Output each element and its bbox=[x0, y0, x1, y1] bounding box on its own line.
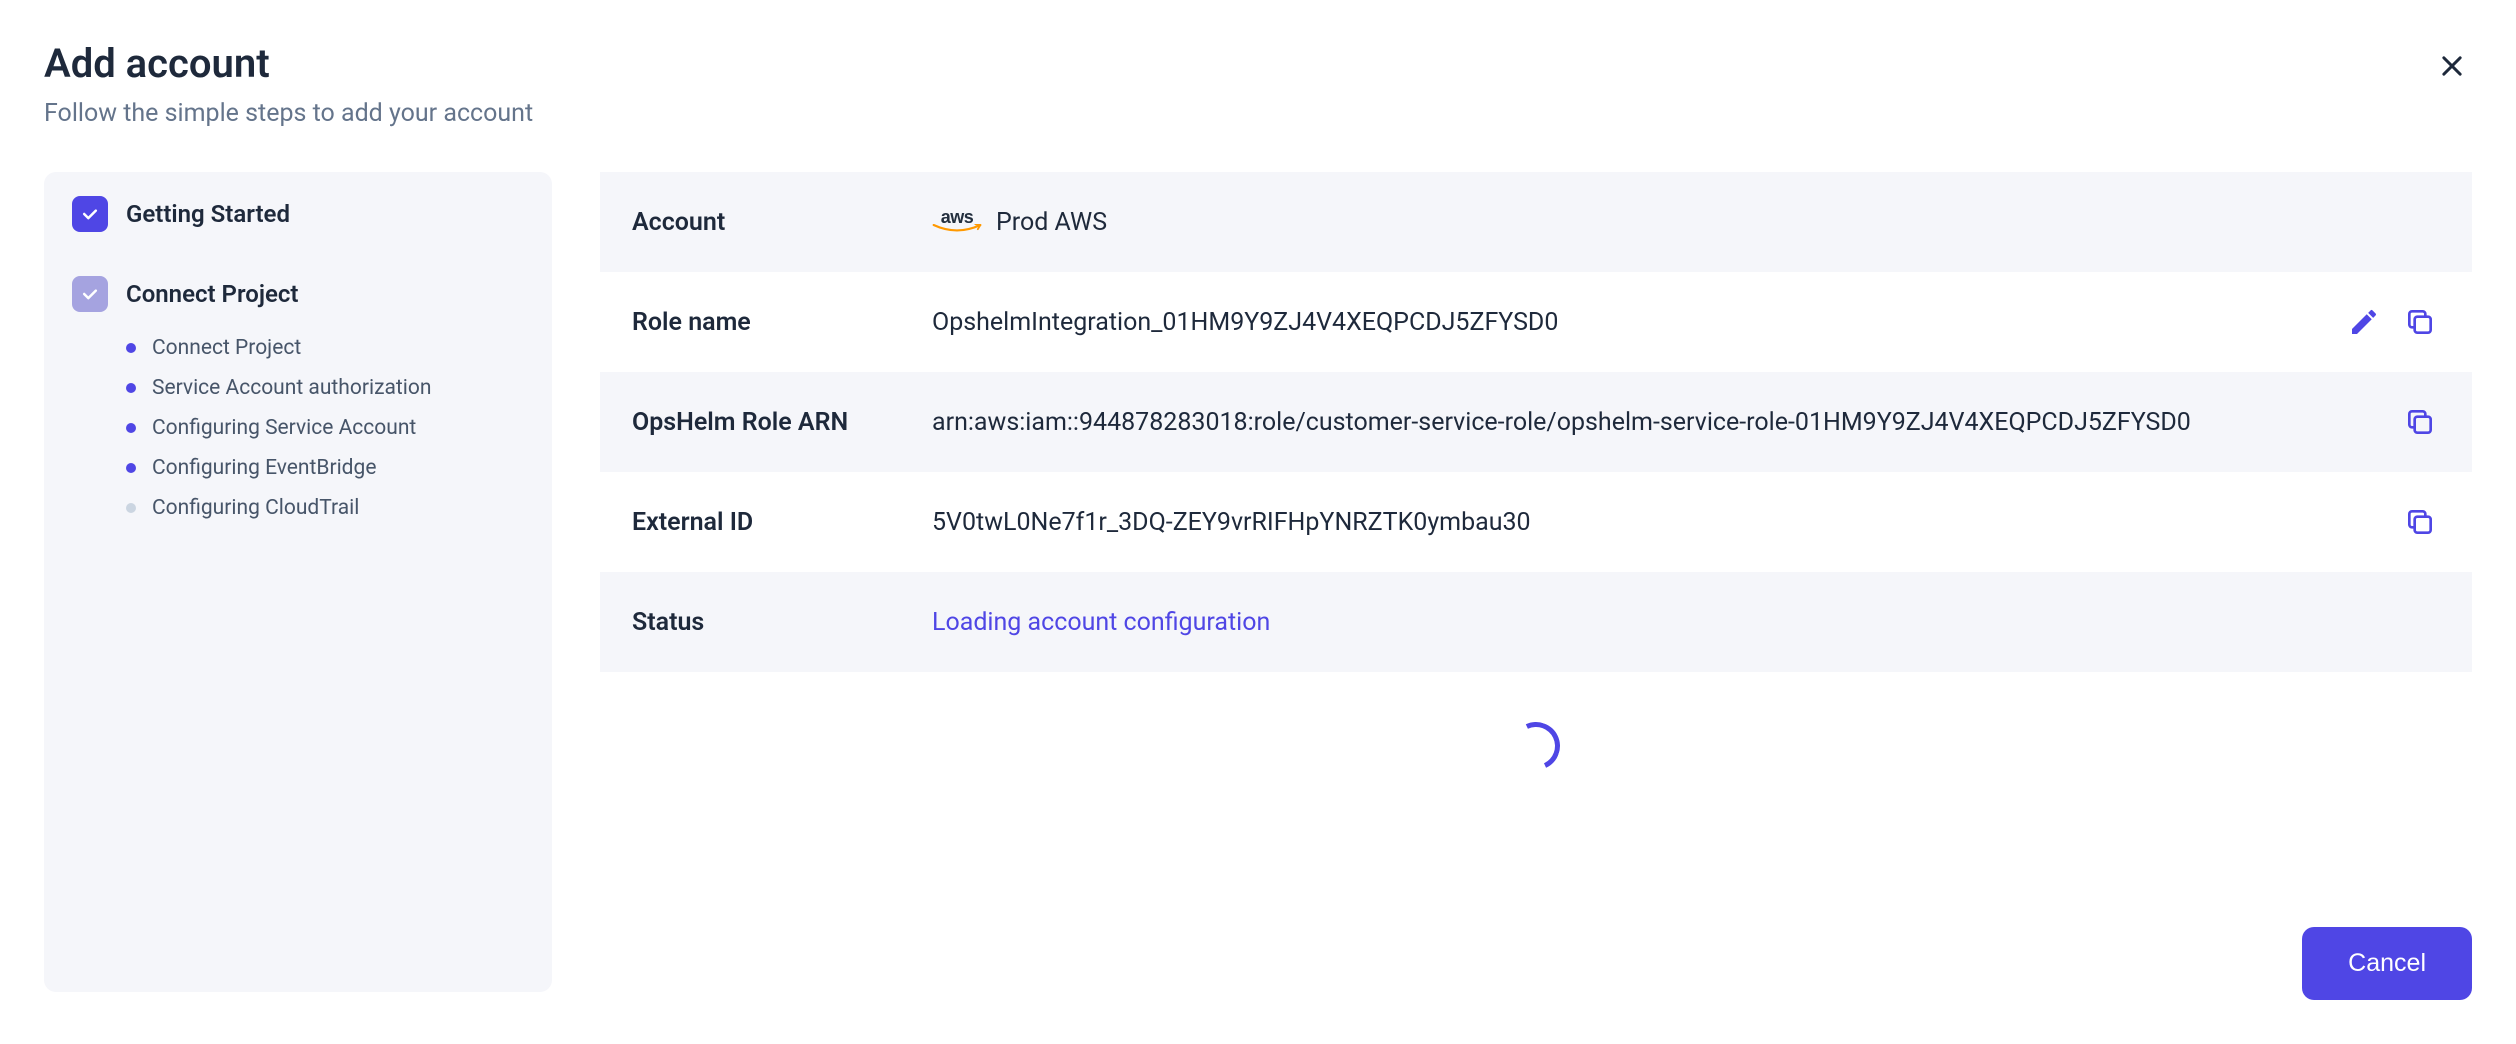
substep-config-eventbridge[interactable]: Configuring EventBridge bbox=[126, 448, 524, 488]
copy-role-name-button[interactable] bbox=[2400, 302, 2440, 342]
step-getting-started[interactable]: Getting Started bbox=[72, 196, 524, 232]
step-connect-project[interactable]: Connect Project bbox=[72, 276, 524, 312]
copy-role-arn-button[interactable] bbox=[2400, 402, 2440, 442]
row-status: Status Loading account configuration bbox=[600, 572, 2472, 672]
close-icon bbox=[2438, 52, 2466, 80]
close-button[interactable] bbox=[2432, 46, 2472, 89]
modal-footer: Cancel bbox=[2302, 927, 2472, 1000]
substep-config-cloudtrail[interactable]: Configuring CloudTrail bbox=[126, 488, 524, 528]
substep-label: Configuring EventBridge bbox=[152, 456, 376, 480]
loading-area bbox=[600, 672, 2472, 770]
row-account: Account aws Prod AWS bbox=[600, 172, 2472, 272]
value-account: aws Prod AWS bbox=[932, 205, 2440, 240]
modal-header: Add account Follow the simple steps to a… bbox=[44, 40, 2472, 128]
account-name-text: Prod AWS bbox=[996, 205, 1107, 240]
substep-label: Service Account authorization bbox=[152, 376, 431, 400]
copy-icon bbox=[2404, 406, 2436, 438]
steps-sidebar: Getting Started Connect Project Connect … bbox=[44, 172, 552, 992]
bullet-icon bbox=[126, 463, 136, 473]
value-role-name: OpshelmIntegration_01HM9Y9ZJ4V4XEQPCDJ5Z… bbox=[932, 305, 2344, 340]
cancel-button[interactable]: Cancel bbox=[2302, 927, 2472, 1000]
substep-label: Connect Project bbox=[152, 336, 301, 360]
label-external-id: External ID bbox=[632, 508, 932, 537]
step-label: Getting Started bbox=[126, 200, 290, 228]
account-details-table: Account aws Prod AWS Role name bbox=[600, 172, 2472, 672]
aws-icon: aws bbox=[932, 208, 982, 236]
label-status: Status bbox=[632, 608, 932, 637]
add-account-modal: Add account Follow the simple steps to a… bbox=[0, 0, 2516, 1044]
step-label: Connect Project bbox=[126, 280, 298, 308]
spinner-icon bbox=[1505, 715, 1567, 777]
pencil-icon bbox=[2348, 306, 2380, 338]
check-icon bbox=[72, 276, 108, 312]
bullet-icon bbox=[126, 423, 136, 433]
bullet-icon bbox=[126, 383, 136, 393]
copy-external-id-button[interactable] bbox=[2400, 502, 2440, 542]
substep-service-account-auth[interactable]: Service Account authorization bbox=[126, 368, 524, 408]
label-account: Account bbox=[632, 208, 932, 237]
bullet-icon bbox=[126, 503, 136, 513]
substeps-list: Connect Project Service Account authoriz… bbox=[126, 328, 524, 528]
label-role-arn: OpsHelm Role ARN bbox=[632, 408, 932, 437]
modal-subtitle: Follow the simple steps to add your acco… bbox=[44, 99, 533, 128]
substep-config-service-account[interactable]: Configuring Service Account bbox=[126, 408, 524, 448]
edit-role-name-button[interactable] bbox=[2344, 302, 2384, 342]
check-icon bbox=[72, 196, 108, 232]
row-role-arn: OpsHelm Role ARN arn:aws:iam::9448782830… bbox=[600, 372, 2472, 472]
modal-title: Add account bbox=[44, 40, 533, 87]
bullet-icon bbox=[126, 343, 136, 353]
value-status: Loading account configuration bbox=[932, 605, 2440, 640]
copy-icon bbox=[2404, 306, 2436, 338]
value-role-arn: arn:aws:iam::944878283018:role/customer-… bbox=[932, 405, 2400, 440]
label-role-name: Role name bbox=[632, 308, 932, 337]
row-external-id: External ID 5V0twL0Ne7f1r_3DQ-ZEY9vrRIFH… bbox=[600, 472, 2472, 572]
substep-label: Configuring CloudTrail bbox=[152, 496, 359, 520]
substep-connect-project[interactable]: Connect Project bbox=[126, 328, 524, 368]
value-external-id: 5V0twL0Ne7f1r_3DQ-ZEY9vrRIFHpYNRZTK0ymba… bbox=[932, 505, 2400, 540]
row-role-name: Role name OpshelmIntegration_01HM9Y9ZJ4V… bbox=[600, 272, 2472, 372]
details-panel: Account aws Prod AWS Role name bbox=[600, 172, 2472, 992]
substep-label: Configuring Service Account bbox=[152, 416, 416, 440]
copy-icon bbox=[2404, 506, 2436, 538]
modal-body: Getting Started Connect Project Connect … bbox=[44, 172, 2472, 992]
